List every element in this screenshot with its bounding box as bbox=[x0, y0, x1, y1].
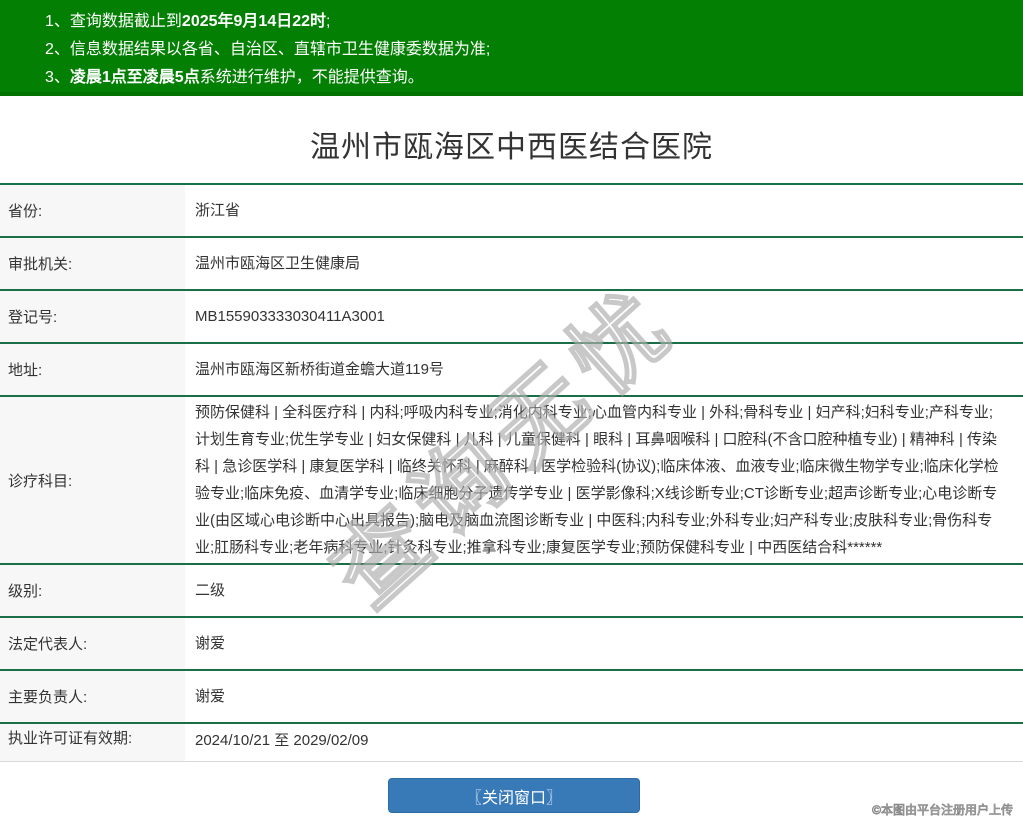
notice-text: ; bbox=[326, 13, 331, 30]
row-value: 浙江省 bbox=[195, 202, 241, 219]
row-value: MB155903333030411A3001 bbox=[195, 308, 385, 325]
table-row: 主要负责人: 谢爱 bbox=[0, 671, 1023, 724]
table-row: 登记号: MB155903333030411A3001 bbox=[0, 291, 1023, 344]
notice-number: 2、 bbox=[45, 41, 70, 58]
notice-text: 信息数据结果以各省、自治区、直辖市卫生健康委数据为准; bbox=[69, 41, 491, 58]
row-value: 预防保健科 | 全科医疗科 | 内科;呼吸内科专业;消化内科专业;心血管内科专业… bbox=[195, 404, 999, 556]
corner-watermark: ©本图由平台注册用户上传 bbox=[872, 803, 1014, 818]
notice-text: 查询数据截止到 bbox=[69, 13, 182, 30]
hospital-title: 温州市瓯海区中西医结合医院 bbox=[310, 131, 713, 164]
row-value: 2024/10/21 至 2029/02/09 bbox=[195, 732, 369, 749]
notice-line: 2、信息数据结果以各省、自治区、直辖市卫生健康委数据为准; bbox=[45, 36, 1013, 64]
row-label: 审批机关: bbox=[0, 238, 185, 289]
notice-banner: 1、查询数据截止到2025年9月14日22时; 2、信息数据结果以各省、自治区、直… bbox=[0, 0, 1023, 96]
row-label: 级别: bbox=[0, 565, 185, 616]
row-label: 省份: bbox=[0, 185, 185, 236]
table-row: 省份: 浙江省 bbox=[0, 185, 1023, 238]
table-row: 级别: 二级 bbox=[0, 565, 1023, 618]
row-value: 温州市瓯海区卫生健康局 bbox=[195, 255, 361, 272]
table-row: 法定代表人: 谢爱 bbox=[0, 618, 1023, 671]
row-label: 执业许可证有效期: bbox=[0, 724, 185, 761]
row-value: 谢爱 bbox=[195, 688, 226, 705]
notice-text-bold: 2025年9月14日22时 bbox=[181, 13, 327, 30]
notice-list: 1、查询数据截止到2025年9月14日22时; 2、信息数据结果以各省、自治区、直… bbox=[45, 8, 1013, 92]
table-row: 审批机关: 温州市瓯海区卫生健康局 bbox=[0, 238, 1023, 291]
notice-text: 系统进行维护，不能提供查询。 bbox=[199, 69, 424, 86]
notice-number: 1、 bbox=[45, 13, 70, 30]
notice-line: 1、查询数据截止到2025年9月14日22时; bbox=[45, 8, 1013, 36]
notice-line: 3、凌晨1点至凌晨5点系统进行维护，不能提供查询。 bbox=[45, 64, 1013, 92]
notice-text-bold: 凌晨1点至凌晨5点 bbox=[69, 69, 200, 86]
row-value: 二级 bbox=[195, 582, 226, 599]
row-value: 温州市瓯海区新桥街道金蟾大道119号 bbox=[195, 361, 444, 378]
row-value: 谢爱 bbox=[195, 635, 226, 652]
table-row: 诊疗科目: 预防保健科 | 全科医疗科 | 内科;呼吸内科专业;消化内科专业;心血… bbox=[0, 397, 1023, 565]
table-row: 地址: 温州市瓯海区新桥街道金蟾大道119号 bbox=[0, 344, 1023, 397]
close-window-button[interactable]: 〖关闭窗口〗 bbox=[388, 778, 640, 813]
row-label: 主要负责人: bbox=[0, 671, 185, 722]
row-label: 地址: bbox=[0, 344, 185, 395]
row-label: 法定代表人: bbox=[0, 618, 185, 669]
notice-number: 3、 bbox=[45, 69, 70, 86]
row-label: 登记号: bbox=[0, 291, 185, 342]
table-row: 执业许可证有效期: 2024/10/21 至 2029/02/09 bbox=[0, 724, 1023, 761]
info-table: 省份: 浙江省审批机关: 温州市瓯海区卫生健康局登记号: MB155903333030… bbox=[0, 183, 1023, 762]
row-label: 诊疗科目: bbox=[0, 397, 185, 563]
query-result-page: 1、查询数据截止到2025年9月14日22时; 2、信息数据结果以各省、自治区、直… bbox=[0, 0, 1023, 822]
